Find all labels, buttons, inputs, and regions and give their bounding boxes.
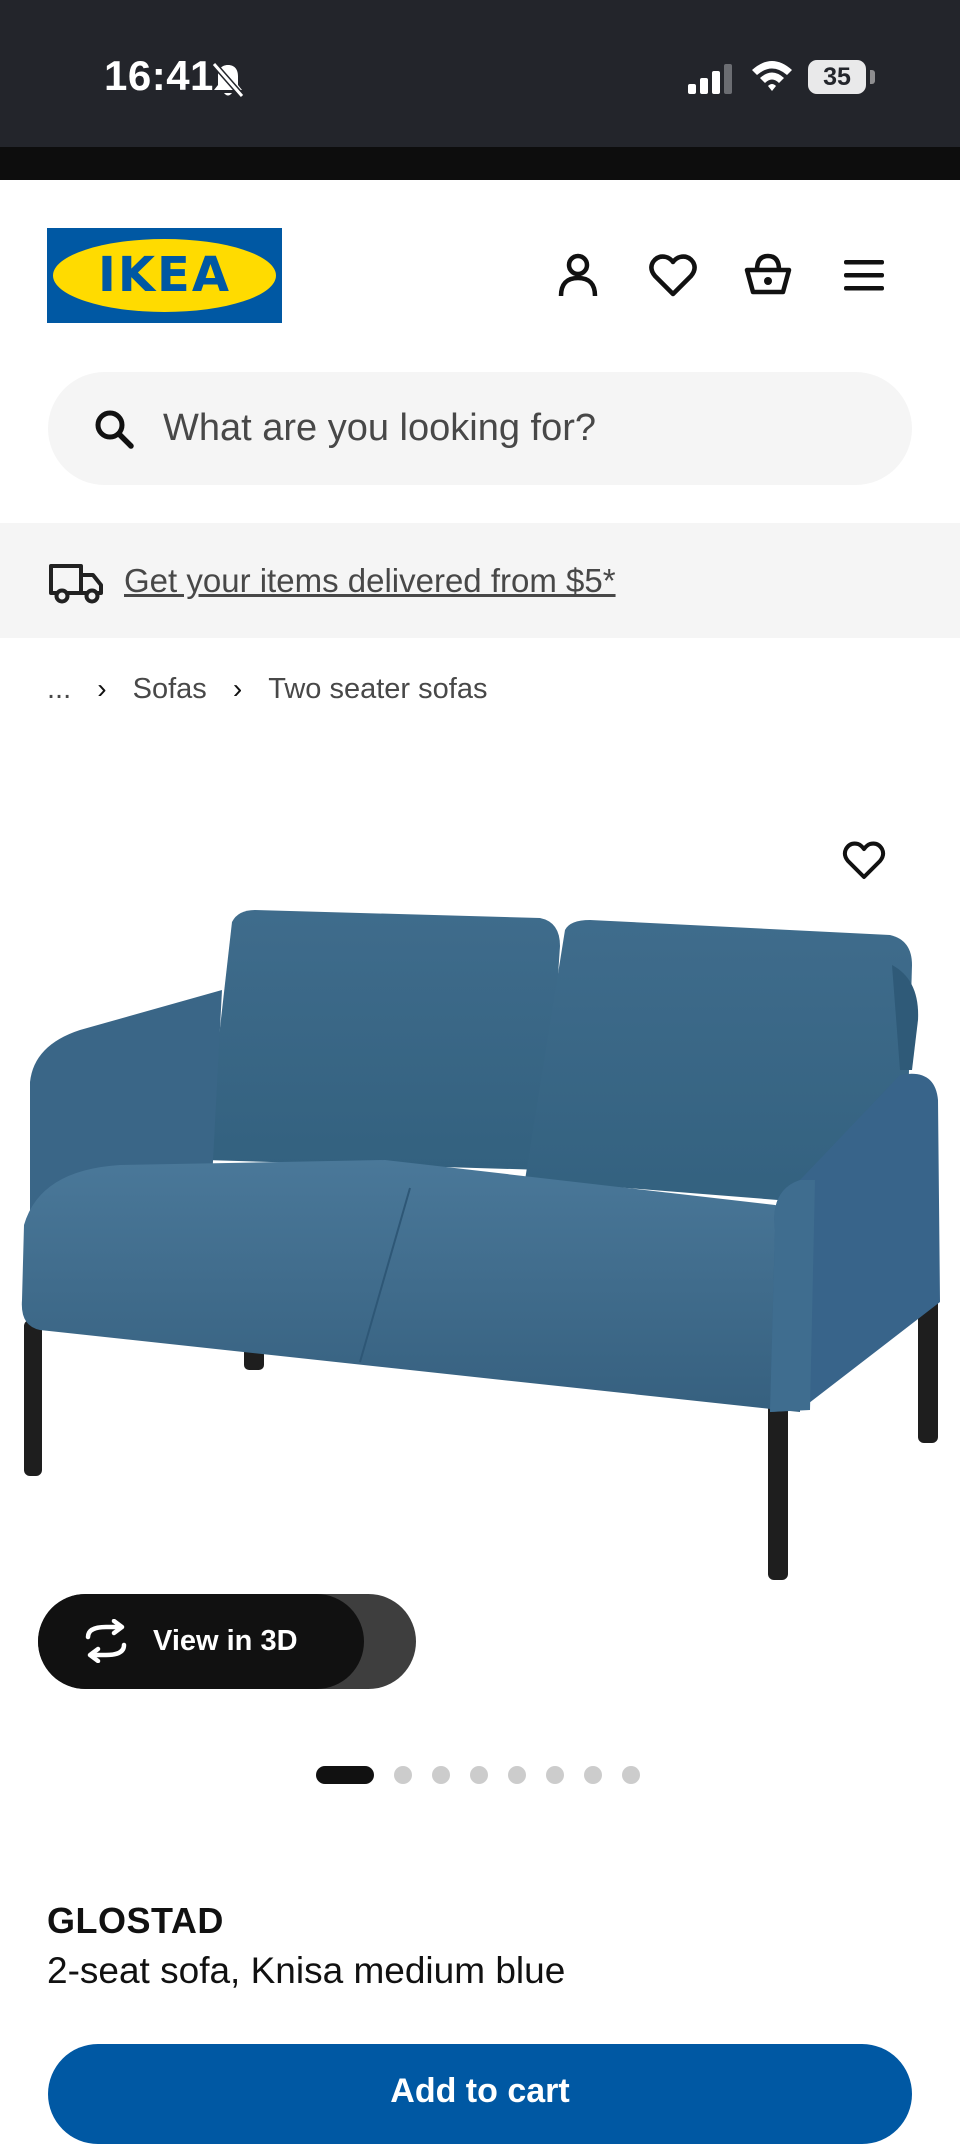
delivery-link[interactable]: Get your items delivered from $5*: [124, 523, 616, 638]
gallery-dot[interactable]: [394, 1766, 412, 1784]
heart-icon[interactable]: [648, 250, 698, 300]
search-placeholder: What are you looking for?: [163, 407, 597, 449]
battery-tip: [870, 70, 875, 84]
browser-bar: [0, 147, 960, 180]
breadcrumb-item-two-seater-sofas[interactable]: Two seater sofas: [268, 669, 487, 709]
breadcrumb-item-more[interactable]: ...: [47, 669, 71, 709]
view-in-3d-button[interactable]: View in 3D: [38, 1594, 416, 1689]
chevron-right-icon: ›: [97, 673, 107, 705]
add-to-cart-label: Add to cart: [390, 2072, 570, 2110]
add-to-cart-button[interactable]: Add to cart: [48, 2044, 912, 2144]
menu-icon[interactable]: [840, 250, 890, 300]
status-time: 16:41: [104, 52, 214, 99]
basket-icon[interactable]: [743, 250, 793, 300]
favourite-icon[interactable]: [842, 838, 886, 887]
gallery-dot[interactable]: [432, 1766, 450, 1784]
breadcrumb-item-sofas[interactable]: Sofas: [133, 669, 207, 709]
chevron-right-icon: ›: [232, 673, 243, 705]
logo-text: IKEA: [98, 247, 231, 303]
rotate-3d-icon: [80, 1618, 132, 1668]
wifi-icon: [750, 58, 794, 97]
gallery-dot[interactable]: [622, 1766, 640, 1784]
gallery-dot[interactable]: [546, 1766, 564, 1784]
gallery-dot[interactable]: [584, 1766, 602, 1784]
gallery-dot[interactable]: [316, 1766, 374, 1784]
product-description: 2-seat sofa, Knisa medium blue: [47, 1950, 566, 1991]
sofa-illustration: [21, 910, 940, 1580]
cellular-signal-icon: [688, 64, 736, 99]
gallery-dot[interactable]: [470, 1766, 488, 1784]
battery-icon: 35: [808, 60, 866, 94]
view-in-3d-label: View in 3D: [153, 1625, 298, 1657]
delivery-banner[interactable]: Get your items delivered from $5*: [0, 523, 960, 638]
gallery-dot[interactable]: [508, 1766, 526, 1784]
search-icon: [92, 407, 136, 456]
search-input[interactable]: What are you looking for?: [48, 372, 912, 485]
product-name: GLOSTAD: [47, 1900, 224, 1941]
ikea-logo[interactable]: IKEA: [47, 228, 282, 323]
account-icon[interactable]: [553, 250, 603, 300]
status-bar: 16:41 35: [0, 0, 960, 147]
bell-slash-icon: [208, 60, 248, 105]
truck-icon: [48, 558, 104, 611]
product-image[interactable]: [0, 750, 960, 1730]
breadcrumb: ... › Sofas › Two seater sofas: [47, 668, 487, 708]
